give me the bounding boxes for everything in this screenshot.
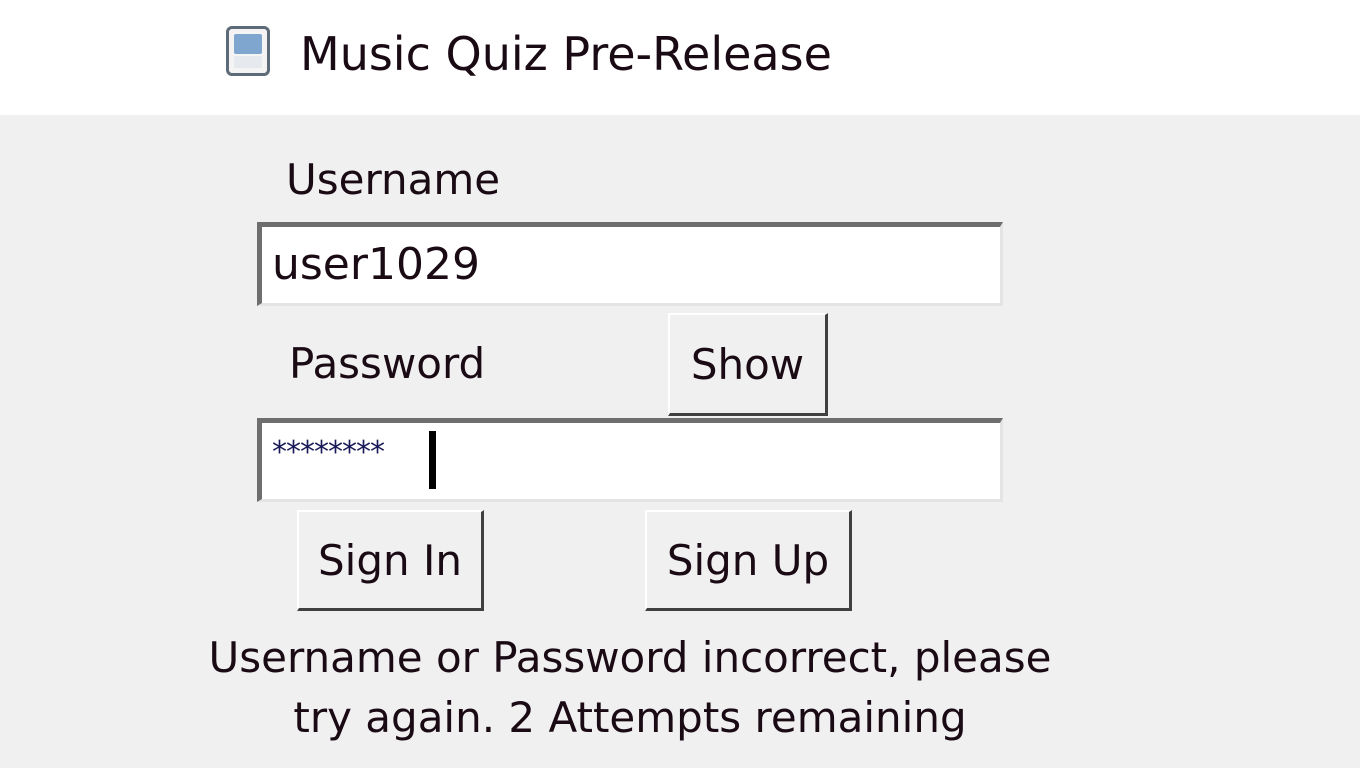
app-window-icon (226, 26, 270, 76)
password-input[interactable]: ******** (257, 418, 1003, 502)
username-label: Username (286, 155, 501, 204)
password-value: ******** (272, 435, 385, 470)
username-input[interactable]: user1029 (257, 222, 1003, 306)
username-value: user1029 (272, 239, 480, 290)
login-window: Music Quiz Pre-Release Username user1029… (0, 0, 1360, 768)
sign-up-button[interactable]: Sign Up (645, 510, 852, 611)
error-message-line-1: Username or Password incorrect, please (208, 633, 1052, 682)
error-message-line-2: try again. 2 Attempts remaining (293, 693, 967, 742)
sign-in-button[interactable]: Sign In (297, 510, 484, 611)
show-password-button[interactable]: Show (668, 313, 828, 416)
password-label: Password (289, 339, 486, 388)
error-message: Username or Password incorrect, please t… (150, 628, 1110, 748)
window-title: Music Quiz Pre-Release (300, 27, 832, 81)
title-bar: Music Quiz Pre-Release (0, 0, 1360, 115)
text-caret (429, 431, 436, 489)
